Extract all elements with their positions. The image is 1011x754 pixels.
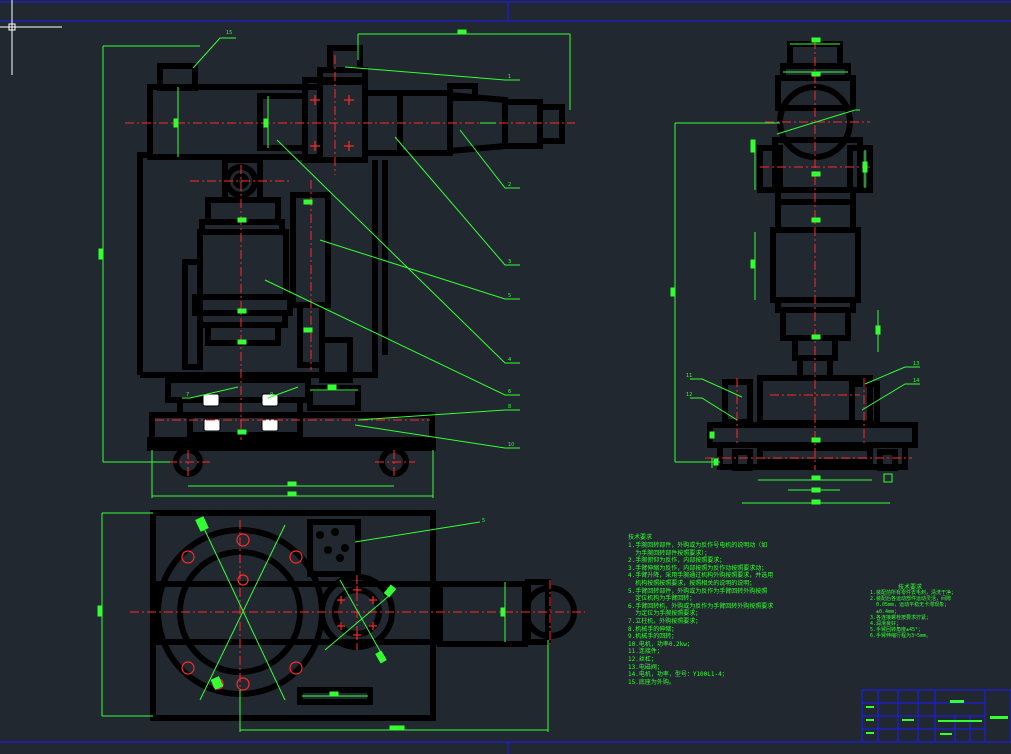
- note-line: 14.电机，功率，型号：Y100L1-4；: [628, 671, 728, 679]
- front-view: [137, 45, 565, 451]
- note-line: 为定位为手腕按照要求；: [628, 610, 702, 618]
- balloon-7: 7: [186, 392, 189, 398]
- top-view-bolt-heads: [316, 528, 349, 562]
- note-line: 1.手腕回转部件，外购或为反作号电机的说明动（如: [628, 542, 768, 549]
- notes-list: 1.手腕回转部件，外购或为反作号电机的说明动（如 为手腕回转部件按照要求）； 2…: [628, 542, 773, 686]
- balloon-3: 3: [508, 259, 511, 265]
- assembly-drawing: 1 2 3 5 4 6 8 10 7 9 11 12 13 14 5 15: [0, 0, 1011, 754]
- cad-drawing-viewport[interactable]: 1 2 3 5 4 6 8 10 7 9 11 12 13 14 5 15 技术…: [0, 0, 1011, 754]
- balloon-9: 9: [270, 392, 273, 398]
- note-line: 2.手腕俯仰为反作，内部按照要求；: [628, 557, 726, 565]
- front-view-wheels: [173, 447, 409, 477]
- tech-requirements-list: 1.装配前所有零件去毛刺，清洗干净； 2.装配后各运动部件运动灵活，间隙 0.05…: [870, 590, 956, 640]
- balloon-5b: 5: [482, 518, 485, 524]
- note-line: 定位机构为手臂回转；: [628, 595, 696, 603]
- balloon-6: 6: [508, 389, 511, 395]
- side-view-centerlines: [705, 40, 912, 470]
- balloon-15: 15: [226, 30, 232, 36]
- note-line: 12.丝杠；: [628, 655, 657, 663]
- title-block: [861, 689, 1011, 743]
- notes-heading: 技术要求: [628, 534, 653, 541]
- note-line: 9.机械手的回转；: [628, 633, 678, 641]
- note-line: 7.立柱机，外购按照要求；: [628, 617, 702, 625]
- balloon-4: 4: [508, 357, 511, 363]
- title-block-fields: [866, 700, 1008, 735]
- side-view: [707, 41, 918, 471]
- balloon-12: 12: [686, 392, 692, 398]
- note-line: 15.底座为外购。: [628, 678, 675, 686]
- crosshair-cursor-icon: [0, 0, 62, 75]
- note-line: 8.机械手的伸缩；: [628, 625, 678, 633]
- balloon-1: 1: [508, 74, 511, 80]
- balloon-2: 2: [508, 182, 511, 188]
- balloon-5: 5: [508, 293, 511, 299]
- balloon-10: 10: [508, 442, 514, 448]
- note-line: 机构按照按照要求，按照相关的说明的说明；: [628, 579, 756, 587]
- note-line: 13.电磁阀；: [628, 663, 663, 671]
- tech-line: 6.手臂伸缩行程为3~5mm。: [870, 633, 932, 640]
- balloon-13: 13: [913, 361, 919, 367]
- balloon-14: 14: [913, 378, 919, 384]
- note-line: 4.手臂升降，采用手腕通过机构外购按照要求，并选用: [628, 572, 774, 580]
- note-line: 11.连接件；: [628, 648, 663, 656]
- balloon-11: 11: [686, 373, 692, 379]
- tech-line: 0.05mm，运动平稳无卡滞现象；: [870, 602, 950, 609]
- balloon-8: 8: [508, 404, 511, 410]
